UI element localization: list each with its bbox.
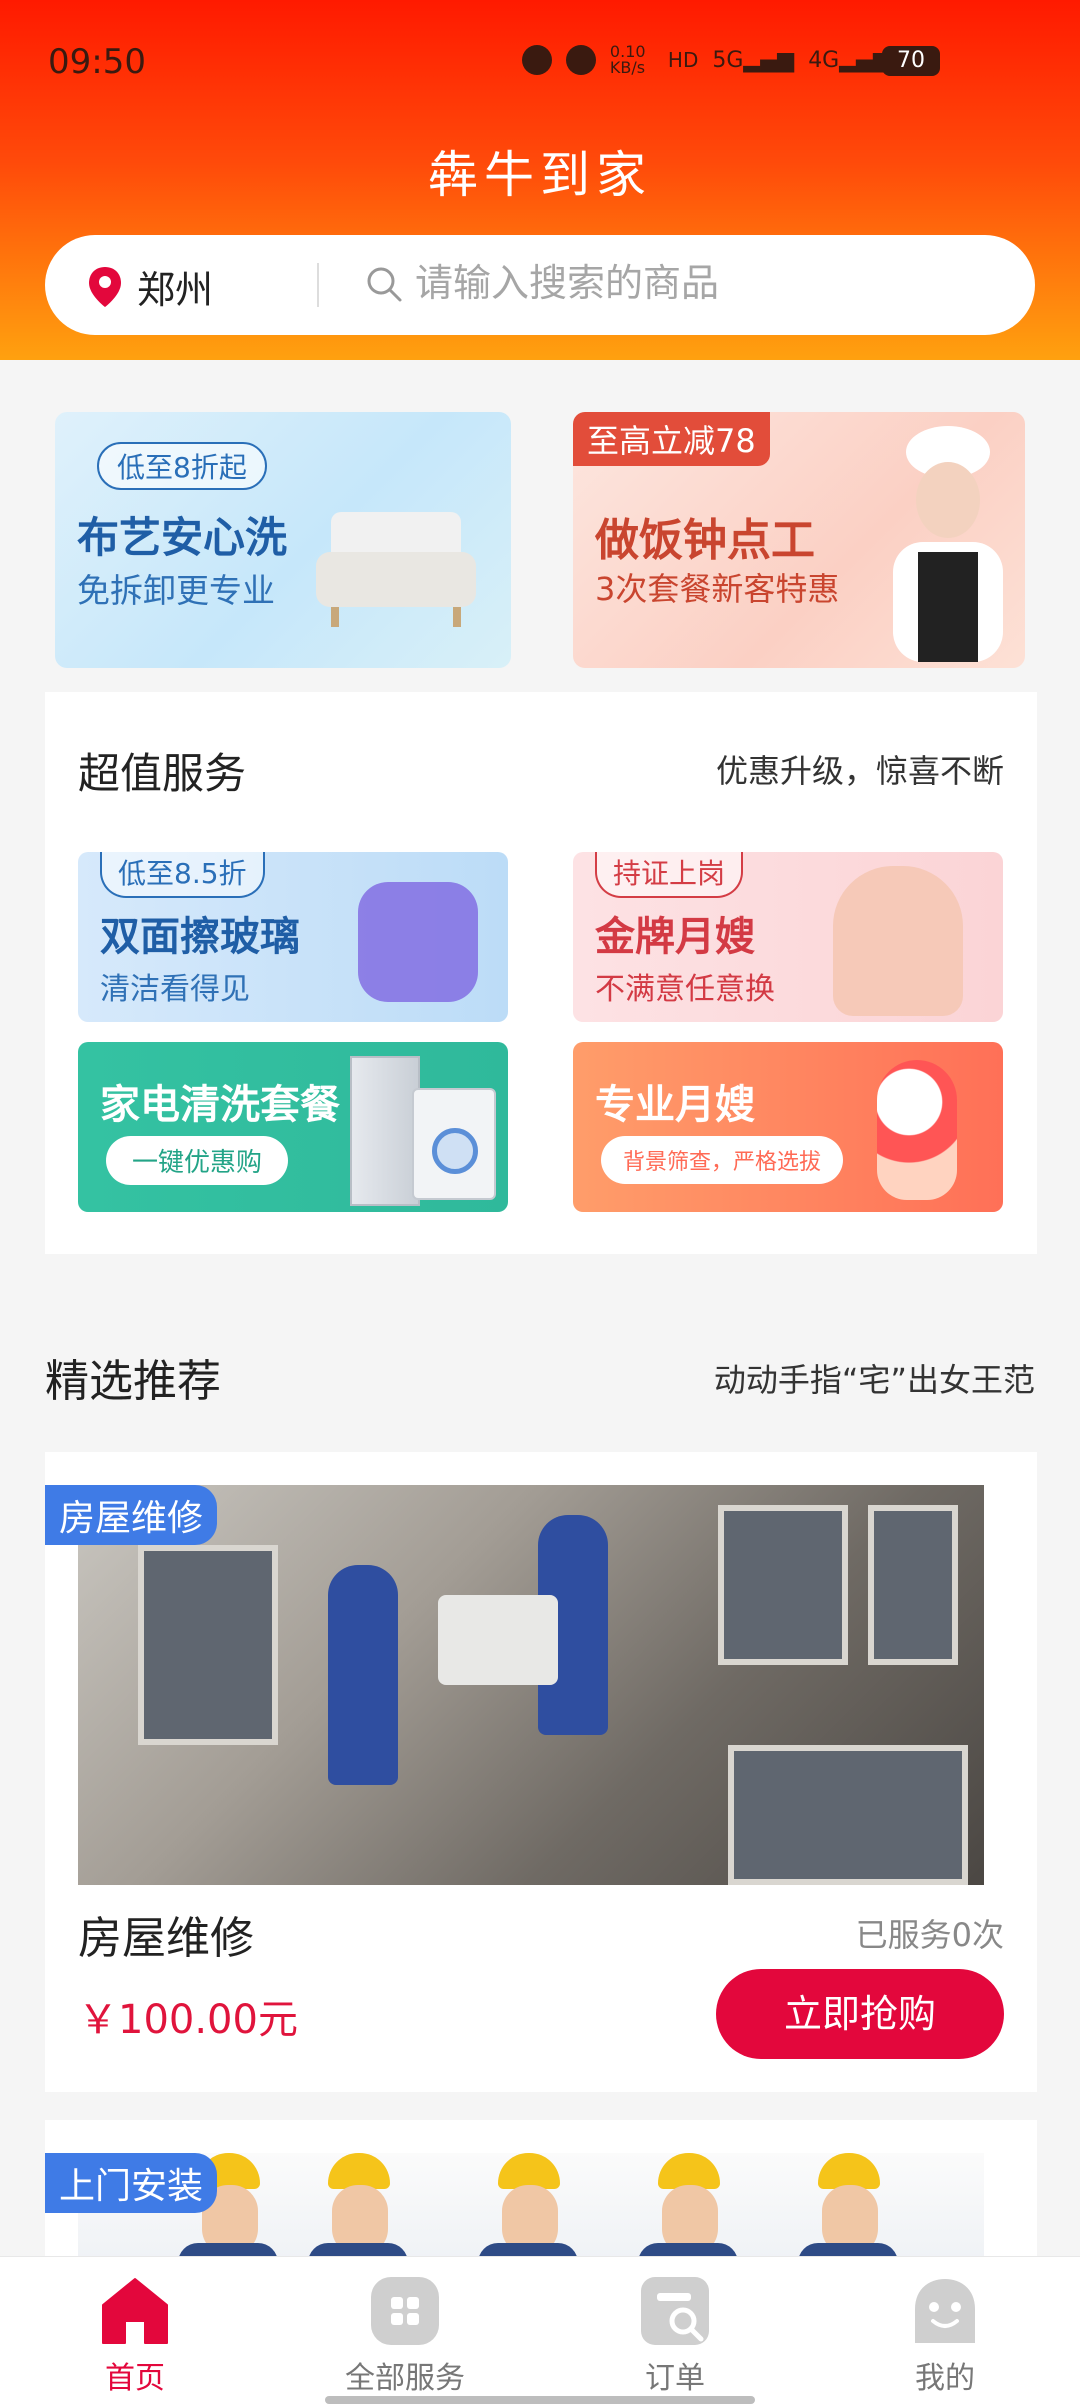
- section-title: 超值服务: [78, 749, 247, 798]
- glove-icon: [358, 882, 478, 1002]
- worker-figure: [658, 2153, 720, 2189]
- nav-label: 订单: [645, 2361, 705, 2396]
- product-card[interactable]: 房屋维修 房屋维修 已服务0次 ￥100.00元 立即抢购: [45, 1452, 1037, 2092]
- washing-machine-icon: [412, 1088, 496, 1200]
- worker-figure: [498, 2153, 560, 2189]
- banner-fabric-cleaning[interactable]: 低至8折起 布艺安心洗 免拆卸更专业: [55, 412, 511, 668]
- tile-tag: 持证上岗: [595, 852, 744, 898]
- search-divider: [317, 263, 319, 307]
- mute-icon: [565, 45, 596, 75]
- product-card[interactable]: 上门安装: [45, 2120, 1037, 2260]
- tile-subtitle: 不满意任意换: [595, 972, 775, 1007]
- featured-slogan: 动动手指“宅”出女王范: [713, 1361, 1035, 1399]
- tile-title: 专业月嫂: [595, 1082, 755, 1128]
- product-image[interactable]: [78, 1485, 984, 1885]
- status-time: 09:50: [48, 42, 146, 82]
- featured-title: 精选推荐: [45, 1356, 221, 1407]
- location-label[interactable]: 郑州: [137, 259, 213, 314]
- order-icon: [641, 2277, 709, 2345]
- chef-illustration: [893, 426, 1003, 662]
- nav-item-profile[interactable]: 我的: [845, 2275, 1045, 2397]
- location-pin-icon[interactable]: [87, 265, 123, 309]
- banner-tag: 低至8折起: [97, 442, 267, 490]
- hd-icon: HD: [667, 48, 699, 72]
- buy-now-button[interactable]: 立即抢购: [716, 1969, 1004, 2059]
- app-title: 犇牛到家: [428, 146, 652, 204]
- banner-cooking-hourly[interactable]: 至高立减78 做饭钟点工 3次套餐新客特惠: [573, 412, 1025, 668]
- net-speed: 0.10 KB/s: [609, 42, 646, 77]
- tile-button[interactable]: 背景筛查，严格选拔: [601, 1136, 844, 1184]
- building-window: [138, 1545, 278, 1745]
- grid-icon: [371, 2277, 439, 2345]
- sofa-icon: [316, 512, 476, 627]
- banner-title: 布艺安心洗: [77, 513, 288, 562]
- served-count: 已服务0次: [855, 1916, 1004, 1954]
- tile-gold-nanny[interactable]: 持证上岗 金牌月嫂 不满意任意换: [573, 852, 1003, 1022]
- battery-icon: 70: [882, 46, 940, 76]
- nav-label: 我的: [915, 2361, 975, 2396]
- tile-appliance-cleaning[interactable]: 家电清洗套餐 一键优惠购: [78, 1042, 508, 1212]
- worker-figure: [818, 2153, 880, 2189]
- tile-pro-nanny[interactable]: 专业月嫂 背景筛查，严格选拔: [573, 1042, 1003, 1212]
- mother-baby-illustration: [833, 866, 963, 1016]
- tile-title: 金牌月嫂: [595, 914, 755, 960]
- worker-figure: [328, 2153, 390, 2189]
- tile-subtitle: 清洁看得见: [100, 972, 250, 1007]
- tile-tag: 低至8.5折: [100, 852, 265, 898]
- banner-subtitle: 免拆卸更专业: [77, 571, 275, 610]
- status-bar: 09:50 0.10 KB/s HD 5G▂▄▆ 4G▂▄▆ 70: [0, 36, 1080, 86]
- status-icons: 0.10 KB/s HD 5G▂▄▆ 4G▂▄▆: [521, 42, 890, 77]
- tile-title: 双面擦玻璃: [100, 914, 300, 960]
- building-window: [718, 1505, 848, 1665]
- home-icon: [102, 2278, 168, 2344]
- nav-label: 首页: [105, 2361, 165, 2396]
- product-price: ￥100.00元: [78, 1997, 298, 2043]
- category-badge: 房屋维修: [45, 1485, 218, 1545]
- baby-bottle-icon: [877, 1060, 957, 1200]
- banner-subtitle: 3次套餐新客特惠: [595, 570, 840, 608]
- profile-icon: [915, 2279, 975, 2343]
- nav-item-all-services[interactable]: 全部服务: [305, 2275, 505, 2397]
- search-input[interactable]: [415, 253, 995, 313]
- bottom-nav: 首页 全部服务 订单 我的: [0, 2256, 1080, 2408]
- nav-item-orders[interactable]: 订单: [575, 2275, 775, 2397]
- worker-figure: [328, 1565, 398, 1785]
- building-window: [728, 1745, 968, 1885]
- tile-title: 家电清洗套餐: [100, 1082, 340, 1128]
- search-icon[interactable]: [363, 263, 405, 305]
- home-indicator[interactable]: [325, 2396, 755, 2404]
- fridge-icon: [350, 1056, 420, 1206]
- category-badge: 上门安装: [45, 2153, 218, 2213]
- tile-window-cleaning[interactable]: 低至8.5折 双面擦玻璃 清洁看得见: [78, 852, 508, 1022]
- ac-unit-icon: [438, 1595, 558, 1685]
- banner-tag: 至高立减78: [573, 412, 770, 466]
- nav-item-home[interactable]: 首页: [35, 2275, 235, 2397]
- signal-5g-icon: 5G▂▄▆: [712, 47, 795, 73]
- nav-label: 全部服务: [345, 2361, 465, 2396]
- building-window: [868, 1505, 958, 1665]
- signal-4g-icon: 4G▂▄▆: [808, 47, 890, 73]
- value-services-card: 超值服务 优惠升级，惊喜不断 低至8.5折 双面擦玻璃 清洁看得见 持证上岗 金…: [45, 692, 1037, 1254]
- alarm-icon: [521, 45, 552, 75]
- header: 09:50 0.10 KB/s HD 5G▂▄▆ 4G▂▄▆ 70 犇牛到家 郑…: [0, 0, 1080, 360]
- tile-button[interactable]: 一键优惠购: [106, 1136, 289, 1185]
- product-name: 房屋维修: [78, 1913, 254, 1964]
- search-bar: 郑州: [45, 235, 1035, 335]
- banner-title: 做饭钟点工: [595, 515, 815, 566]
- section-slogan: 优惠升级，惊喜不断: [715, 752, 1004, 790]
